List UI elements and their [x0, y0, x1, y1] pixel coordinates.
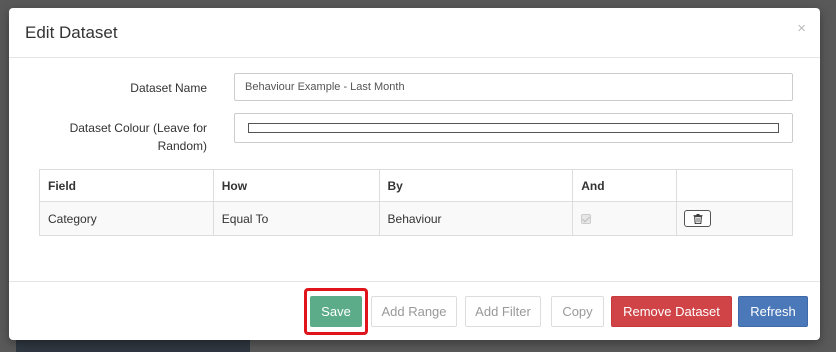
cell-and: [572, 201, 678, 236]
column-header-by: By: [378, 169, 574, 202]
cell-actions: [676, 201, 793, 236]
delete-row-button[interactable]: [684, 210, 712, 227]
dataset-name-input[interactable]: Behaviour Example - Last Month: [234, 73, 793, 101]
column-header-actions: [676, 169, 793, 202]
cell-how: Equal To: [212, 201, 380, 236]
copy-button[interactable]: Copy: [551, 296, 604, 327]
refresh-button[interactable]: Refresh: [738, 296, 808, 327]
edit-dataset-modal: Edit Dataset × Dataset Name Behaviour Ex…: [9, 8, 820, 340]
column-header-and: And: [572, 169, 678, 202]
and-checkbox[interactable]: [581, 214, 592, 225]
save-button[interactable]: Save: [310, 296, 362, 327]
close-icon[interactable]: ×: [797, 21, 806, 36]
dataset-colour-label: Dataset Colour (Leave for Random): [69, 121, 207, 153]
column-header-field: Field: [39, 169, 214, 202]
cell-field: Category: [39, 201, 214, 236]
dataset-name-label: Dataset Name: [130, 81, 207, 95]
remove-dataset-button[interactable]: Remove Dataset: [611, 296, 732, 327]
column-header-how: How: [212, 169, 380, 202]
add-filter-button[interactable]: Add Filter: [465, 296, 541, 327]
modal-header: Edit Dataset ×: [9, 8, 820, 58]
modal-title: Edit Dataset: [25, 23, 118, 42]
table-header-row: Field How By And: [39, 169, 793, 202]
filter-table: Field How By And Category Equal To Behav…: [39, 169, 793, 236]
modal-footer-divider: [9, 281, 820, 282]
colour-swatch[interactable]: [248, 123, 779, 133]
dataset-colour-input[interactable]: [234, 113, 793, 143]
add-range-button[interactable]: Add Range: [371, 296, 457, 327]
trash-icon: [693, 214, 703, 224]
table-row: Category Equal To Behaviour: [39, 201, 793, 236]
cell-by: Behaviour: [378, 201, 574, 236]
